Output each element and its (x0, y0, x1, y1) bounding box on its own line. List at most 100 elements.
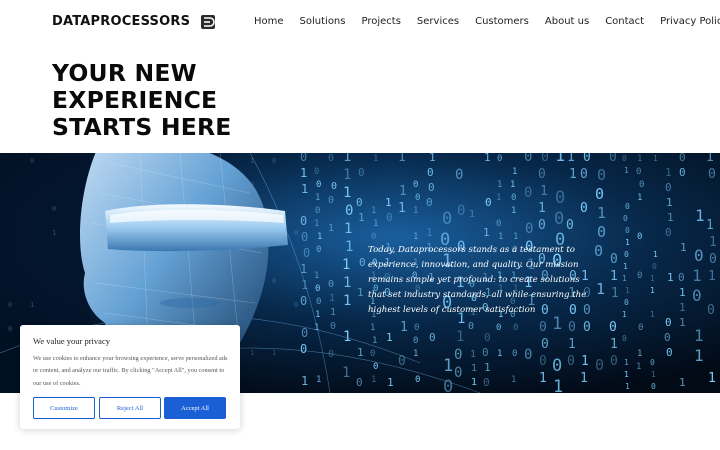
svg-text:0: 0 (300, 342, 307, 356)
svg-text:0: 0 (539, 354, 547, 369)
svg-text:1: 1 (624, 358, 629, 367)
svg-text:0: 0 (664, 331, 671, 344)
nav-projects[interactable]: Projects (361, 16, 400, 27)
hero-headline: YOUR NEW EXPERIENCE STARTS HERE (52, 60, 232, 141)
svg-text:1: 1 (429, 153, 436, 164)
svg-text:0: 0 (580, 167, 588, 182)
svg-text:0: 0 (554, 209, 564, 229)
svg-text:1: 1 (371, 375, 376, 385)
svg-text:0: 0 (483, 376, 490, 389)
nav-privacy-policy[interactable]: Privacy Policy (660, 16, 720, 27)
svg-text:0: 0 (373, 362, 378, 372)
svg-text:0: 0 (566, 218, 574, 233)
nav-about-us[interactable]: About us (545, 16, 589, 27)
svg-text:0: 0 (496, 323, 501, 333)
svg-text:0: 0 (301, 230, 308, 244)
cookie-description: We use cookies to enhance your browsing … (33, 355, 228, 387)
svg-text:0: 0 (623, 214, 628, 223)
svg-text:0: 0 (694, 246, 704, 265)
svg-text:0: 0 (328, 153, 334, 164)
svg-text:1: 1 (250, 157, 254, 165)
nav-contact[interactable]: Contact (605, 16, 644, 27)
svg-text:0: 0 (413, 180, 418, 190)
svg-text:1: 1 (385, 196, 392, 209)
svg-text:1: 1 (653, 250, 658, 259)
svg-text:0: 0 (345, 203, 353, 219)
svg-text:1: 1 (637, 193, 642, 203)
svg-text:1: 1 (709, 235, 717, 250)
svg-text:0: 0 (8, 325, 12, 333)
svg-text:1: 1 (498, 232, 503, 242)
svg-text:0: 0 (426, 196, 433, 209)
svg-text:1: 1 (596, 280, 605, 298)
svg-text:1: 1 (343, 275, 351, 291)
svg-text:0: 0 (597, 223, 606, 241)
svg-text:1: 1 (329, 293, 335, 304)
svg-text:0: 0 (636, 167, 641, 177)
svg-text:0: 0 (538, 218, 546, 233)
svg-text:1: 1 (470, 349, 476, 360)
svg-text:0: 0 (485, 196, 492, 209)
svg-text:1: 1 (52, 229, 56, 237)
svg-text:1: 1 (622, 310, 627, 319)
svg-text:0: 0 (552, 356, 562, 376)
svg-text:0: 0 (583, 320, 591, 335)
svg-text:1: 1 (708, 371, 716, 386)
svg-text:1: 1 (357, 346, 364, 359)
svg-text:1: 1 (398, 201, 406, 216)
dp-logo-icon[interactable] (201, 15, 215, 29)
svg-text:0: 0 (665, 181, 672, 194)
svg-text:0: 0 (609, 320, 617, 335)
svg-text:0: 0 (356, 196, 363, 209)
nav-customers[interactable]: Customers (475, 16, 529, 27)
svg-text:0: 0 (610, 354, 618, 369)
brand-name[interactable]: DATAPROCESSORS (52, 14, 190, 29)
svg-text:0: 0 (595, 356, 604, 374)
svg-text:1: 1 (413, 206, 418, 216)
headline-line: EXPERIENCE (52, 86, 218, 114)
svg-text:1: 1 (413, 232, 418, 242)
svg-text:0: 0 (294, 301, 298, 309)
svg-text:1: 1 (695, 206, 705, 225)
svg-text:1: 1 (667, 271, 674, 284)
customize-button[interactable]: Customize (33, 397, 95, 419)
svg-text:0: 0 (316, 297, 321, 307)
nav-home[interactable]: Home (254, 16, 284, 27)
svg-text:1: 1 (497, 349, 502, 359)
svg-text:1: 1 (610, 337, 618, 352)
svg-text:1: 1 (343, 185, 351, 201)
svg-text:1: 1 (496, 193, 501, 203)
svg-text:1: 1 (316, 375, 321, 385)
svg-text:0: 0 (386, 211, 393, 224)
accept-all-button[interactable]: Accept All (164, 397, 226, 419)
svg-text:0: 0 (639, 180, 644, 190)
svg-text:0: 0 (272, 157, 276, 165)
svg-text:1: 1 (315, 193, 320, 203)
svg-text:0: 0 (300, 153, 307, 164)
svg-text:0: 0 (666, 346, 673, 359)
nav-solutions[interactable]: Solutions (300, 16, 346, 27)
svg-text:1: 1 (679, 316, 686, 329)
svg-text:1: 1 (342, 365, 350, 381)
svg-text:0: 0 (294, 229, 298, 237)
svg-text:1: 1 (679, 301, 686, 314)
svg-text:1: 1 (471, 363, 477, 374)
svg-text:1: 1 (679, 376, 686, 389)
svg-text:1: 1 (370, 323, 375, 333)
svg-text:0: 0 (443, 377, 453, 393)
nav-services[interactable]: Services (417, 16, 459, 27)
svg-text:0: 0 (497, 154, 502, 164)
site-header: DATAPROCESSORS Home Solutions Projects S… (0, 0, 720, 44)
svg-text:1: 1 (250, 349, 254, 357)
svg-text:0: 0 (638, 323, 643, 333)
svg-text:1: 1 (399, 184, 407, 199)
svg-text:1: 1 (625, 238, 630, 247)
svg-text:0: 0 (568, 320, 576, 335)
svg-text:1: 1 (694, 346, 704, 365)
svg-text:0: 0 (567, 354, 575, 369)
reject-all-button[interactable]: Reject All (99, 397, 161, 419)
svg-text:1: 1 (315, 310, 320, 320)
svg-text:0: 0 (328, 195, 334, 206)
svg-text:1: 1 (706, 153, 714, 165)
svg-text:0: 0 (679, 166, 686, 179)
